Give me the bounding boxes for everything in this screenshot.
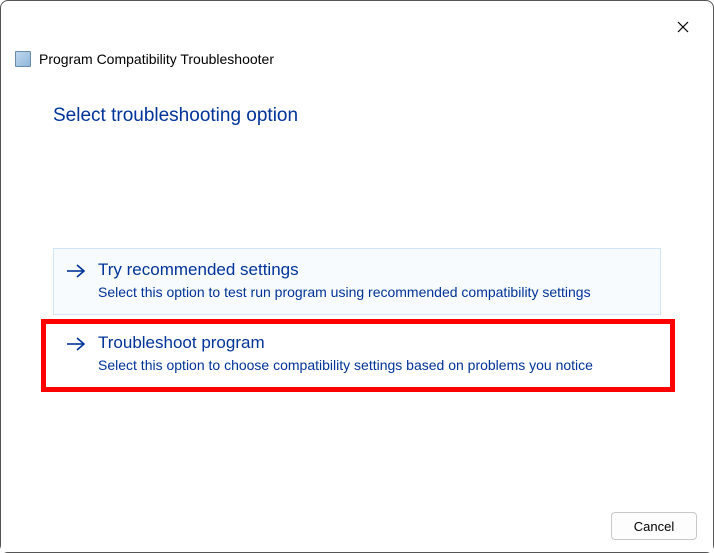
dialog-footer: Cancel	[1, 500, 713, 552]
option-text: Troubleshoot program Select this option …	[98, 332, 648, 375]
options-list: Try recommended settings Select this opt…	[53, 248, 661, 394]
cancel-button[interactable]: Cancel	[611, 512, 697, 540]
option-title: Try recommended settings	[98, 259, 648, 282]
arrow-right-icon	[66, 263, 86, 279]
wizard-header: Program Compatibility Troubleshooter	[15, 51, 274, 67]
option-try-recommended[interactable]: Try recommended settings Select this opt…	[53, 248, 661, 315]
close-button[interactable]	[667, 11, 699, 43]
arrow-right-icon	[66, 336, 86, 352]
option-title: Troubleshoot program	[98, 332, 648, 355]
close-icon	[677, 21, 689, 33]
option-description: Select this option to choose compatibili…	[98, 356, 648, 375]
option-troubleshoot-program[interactable]: Troubleshoot program Select this option …	[53, 321, 661, 388]
page-heading: Select troubleshooting option	[53, 105, 298, 127]
wizard-title: Program Compatibility Troubleshooter	[39, 51, 274, 67]
option-description: Select this option to test run program u…	[98, 283, 648, 302]
app-icon	[15, 51, 31, 67]
option-text: Try recommended settings Select this opt…	[98, 259, 648, 302]
